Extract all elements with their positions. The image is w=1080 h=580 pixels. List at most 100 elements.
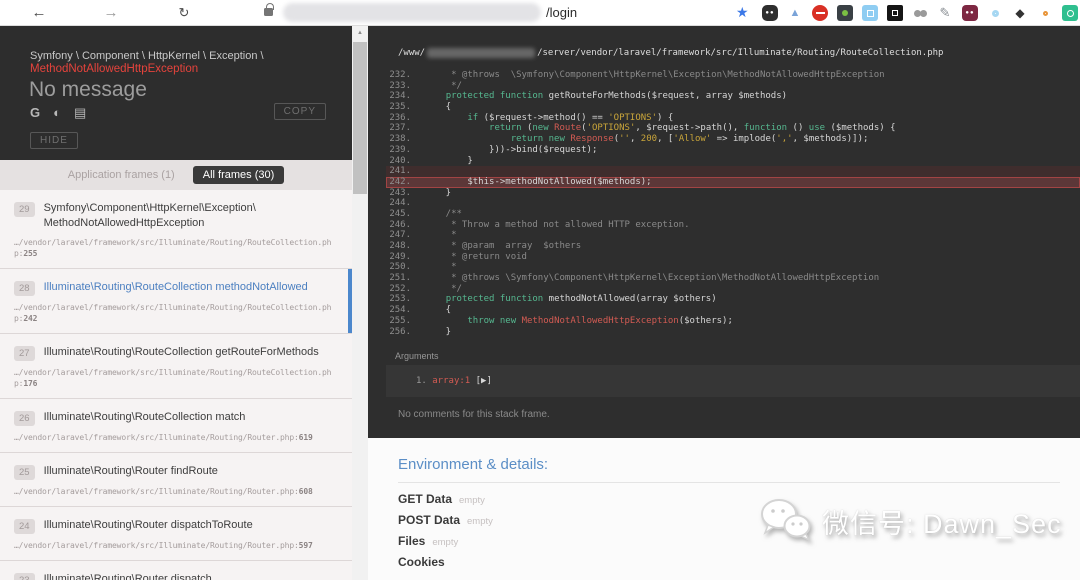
code-line: 252. */: [386, 284, 1080, 295]
code-line: 239. }))->bind($request);: [386, 145, 1080, 156]
line-number: 253.: [389, 294, 411, 305]
sidebar-scrollbar[interactable]: ▲: [352, 26, 368, 580]
extension-icon[interactable]: [1037, 5, 1053, 21]
frame-path: …/vendor/laravel/framework/src/Illuminat…: [14, 238, 332, 258]
frame-line-number: 255: [23, 249, 38, 258]
file-path: /www/ /server/vendor/laravel/framework/s…: [398, 48, 943, 58]
frame-title: Illuminate\Routing\RouteCollection match: [43, 411, 246, 423]
forward-icon[interactable]: →: [100, 0, 122, 26]
extension-icon[interactable]: [912, 5, 928, 21]
stack-frame[interactable]: 27 Illuminate\Routing\RouteCollection get…: [0, 334, 352, 399]
frame-line-number: 176: [23, 379, 38, 388]
frame-number: 28: [14, 281, 35, 296]
environment-item: Files empty: [398, 534, 459, 548]
frames-filter-tabs: Application frames (1) All frames (30): [0, 160, 352, 190]
code-line: 248. * @param array $others: [386, 241, 1080, 252]
line-number: 234.: [389, 91, 411, 102]
argument-item[interactable]: 1. array:1 [▶]: [416, 376, 492, 386]
code-pane: /www/ /server/vendor/laravel/framework/s…: [368, 26, 1080, 438]
exception-namespace: Symfony \ Component \ HttpKernel \ Excep…: [30, 50, 264, 62]
line-number: 245.: [389, 208, 411, 219]
code-line: 253. protected function methodNotAllowed…: [386, 294, 1080, 305]
whoops-error-page: ← → ↻ /login ★ ●● ▲ ✎ ●● ◆ Symfony \ Com…: [0, 0, 1080, 580]
frame-number: 23: [14, 573, 35, 580]
line-number: 256.: [389, 326, 411, 337]
scrollbar-up-arrow-icon[interactable]: ▲: [352, 26, 368, 40]
line-number: 255.: [389, 315, 411, 326]
arguments-label: Arguments: [395, 351, 439, 361]
extension-icon[interactable]: ✎: [937, 5, 953, 21]
code-line: 256. }: [386, 327, 1080, 338]
line-number: 247.: [389, 230, 411, 241]
line-number: 242.: [389, 176, 411, 187]
code-line: 238. return new Response('', 200, ['Allo…: [386, 134, 1080, 145]
line-number: 248.: [389, 241, 411, 251]
code-line: 254. {: [386, 305, 1080, 316]
extension-icon[interactable]: [862, 5, 878, 21]
extension-icon[interactable]: ◆: [1012, 5, 1028, 21]
stackoverflow-search-icon[interactable]: ▤: [74, 105, 86, 120]
code-line: 246. * Throw a method not allowed HTTP e…: [386, 220, 1080, 231]
line-number: 232.: [389, 70, 411, 80]
frame-title: Illuminate\Routing\Router dispatch: [43, 573, 212, 580]
stack-frame[interactable]: 26 Illuminate\Routing\RouteCollection mat…: [0, 399, 352, 453]
tab-application-frames[interactable]: Application frames (1): [68, 169, 175, 181]
browser-toolbar: ← → ↻ /login ★ ●● ▲ ✎ ●● ◆: [0, 0, 1080, 26]
extensions-row: ●● ▲ ✎ ●● ◆: [762, 5, 1078, 21]
stack-frame[interactable]: 24 Illuminate\Routing\Router dispatchToRo…: [0, 507, 352, 561]
tab-all-frames[interactable]: All frames (30): [192, 166, 285, 184]
copy-button[interactable]: COPY: [273, 103, 326, 120]
line-number: 244.: [389, 198, 411, 209]
reload-icon[interactable]: ↻: [173, 0, 195, 26]
exception-class-name: MethodNotAllowedHttpException: [30, 63, 199, 75]
line-number: 238.: [389, 134, 411, 145]
exception-header: Symfony \ Component \ HttpKernel \ Excep…: [0, 26, 352, 160]
lock-icon[interactable]: [264, 3, 274, 16]
stack-frame[interactable]: 25 Illuminate\Routing\Router findRoute …/v…: [0, 453, 352, 507]
code-line: 235. {: [386, 102, 1080, 113]
frame-title: Illuminate\Routing\Router dispatchToRout…: [43, 519, 253, 531]
line-number: 252.: [389, 283, 411, 294]
environment-title: Environment & details:: [398, 456, 549, 473]
expand-icon[interactable]: [▶]: [470, 376, 492, 386]
extension-icon[interactable]: [837, 5, 853, 21]
line-number: 249.: [389, 251, 411, 262]
comments-note: No comments for this stack frame.: [398, 409, 550, 420]
frame-path: …/vendor/laravel/framework/src/Illuminat…: [14, 487, 313, 496]
line-number: 240.: [389, 155, 411, 166]
extension-icon[interactable]: ●●: [762, 5, 778, 21]
code-line: 240. }: [386, 156, 1080, 167]
extension-icon[interactable]: [812, 5, 828, 21]
stack-frame[interactable]: 23 Illuminate\Routing\Router dispatch: [0, 561, 352, 580]
code-line: 255. throw new MethodNotAllowedHttpExcep…: [386, 316, 1080, 327]
divider: [398, 482, 1060, 483]
line-number: 235.: [389, 102, 411, 113]
scrollbar-thumb[interactable]: [353, 42, 367, 194]
extension-icon[interactable]: [1062, 5, 1078, 21]
duckduckgo-search-icon[interactable]: ◐: [53, 105, 61, 120]
code-line: 232. * @throws \Symfony\Component\HttpKe…: [386, 70, 1080, 81]
address-bar-url[interactable]: /login: [546, 5, 577, 20]
bookmark-star-icon[interactable]: ★: [736, 4, 749, 21]
stack-frame[interactable]: 28 Illuminate\Routing\RouteCollection met…: [0, 269, 352, 334]
stack-frame[interactable]: 29 Symfony\Component\HttpKernel\Exception…: [0, 190, 352, 269]
extension-icon[interactable]: [887, 5, 903, 21]
code-line: 251. * @throws \Symfony\Component\HttpKe…: [386, 273, 1080, 284]
frame-path: …/vendor/laravel/framework/src/Illuminat…: [14, 541, 313, 550]
frame-path: …/vendor/laravel/framework/src/Illuminat…: [14, 303, 332, 323]
frame-title: Illuminate\Routing\RouteCollection metho…: [43, 281, 308, 293]
hide-button[interactable]: HIDE: [30, 132, 78, 149]
google-search-icon[interactable]: G: [30, 105, 40, 120]
frame-title: Illuminate\Routing\Router findRoute: [43, 465, 218, 477]
environment-item: Cookies: [398, 555, 445, 569]
line-number: 243.: [389, 187, 411, 198]
exception-message: No message: [29, 78, 147, 101]
frame-line-number: 597: [298, 541, 313, 550]
extension-icon[interactable]: ●●: [962, 5, 978, 21]
back-icon[interactable]: ←: [28, 0, 50, 26]
extension-icon[interactable]: ▲: [787, 5, 803, 21]
code-line: 243. }: [386, 188, 1080, 199]
extension-icon[interactable]: [987, 5, 1003, 21]
line-number: 246.: [389, 219, 411, 230]
line-number: 233.: [389, 80, 411, 91]
